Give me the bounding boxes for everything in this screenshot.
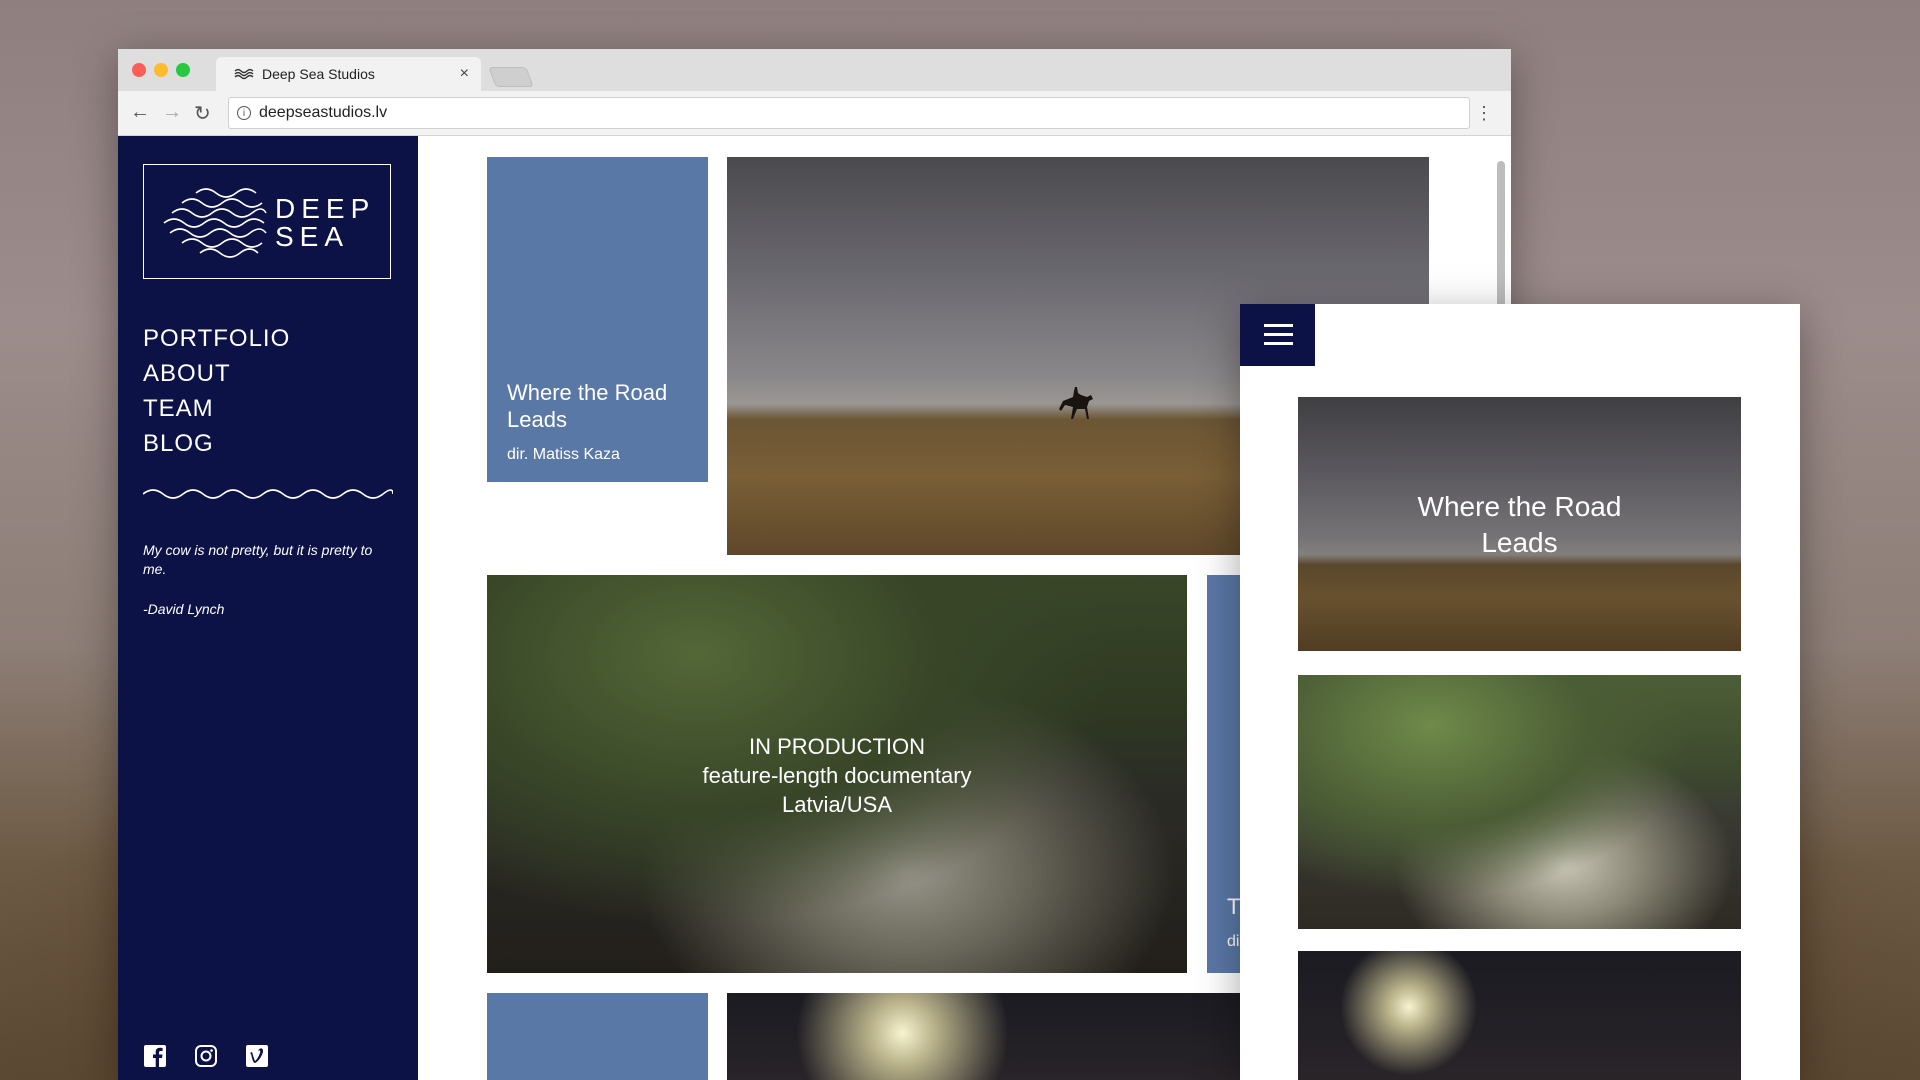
browser-tab[interactable]: Deep Sea Studios × (216, 57, 481, 91)
project-title: Where the Road Leads dir. Matiss Kaza (507, 379, 697, 465)
hamburger-line-icon (1264, 324, 1293, 327)
project-director: dir. Matiss Kaza (507, 446, 620, 463)
mobile-project-title: Where the Road Leads (1417, 491, 1622, 558)
mobile-project-river[interactable] (1298, 675, 1741, 929)
partial-card-sub: di (1227, 933, 1240, 950)
facebook-icon[interactable] (143, 1044, 167, 1068)
new-tab-button[interactable] (488, 67, 534, 87)
logo-text-sea: SEA (275, 221, 350, 252)
site-info-icon[interactable]: i (237, 106, 251, 120)
production-status: IN PRODUCTION (749, 734, 925, 759)
zoom-window-button[interactable] (176, 63, 190, 77)
project-image-river-production[interactable]: IN PRODUCTION feature-length documentary… (487, 575, 1187, 973)
menu-item-portfolio[interactable]: PORTFOLIO (143, 321, 290, 356)
vimeo-icon[interactable] (245, 1044, 269, 1068)
browser-menu-icon[interactable]: ⋮ (1475, 103, 1493, 124)
hamburger-line-icon (1264, 333, 1293, 336)
mobile-project-lightbulb[interactable] (1298, 951, 1741, 1080)
address-bar-row: ← → ↻ i deepseastudios.lv ⋮ (118, 91, 1511, 136)
logo-text: DEEP SEA (275, 195, 375, 251)
hamburger-line-icon (1264, 342, 1293, 345)
mobile-project-where-the-road-leads[interactable]: Where the Road Leads (1298, 397, 1741, 651)
project-title-text: Where the Road Leads (507, 380, 668, 432)
project-card-where-the-road-leads[interactable]: Where the Road Leads dir. Matiss Kaza (487, 157, 708, 482)
tab-close-icon[interactable]: × (460, 65, 469, 83)
production-caption: IN PRODUCTION feature-length documentary… (487, 732, 1187, 819)
wavy-divider (143, 489, 393, 499)
minimize-window-button[interactable] (154, 63, 168, 77)
deep-sea-logo[interactable]: DEEP SEA (143, 164, 391, 279)
menu-item-team[interactable]: TEAM (143, 391, 290, 426)
main-menu: PORTFOLIO ABOUT TEAM BLOG (143, 321, 290, 461)
title-bar: Deep Sea Studios × (118, 49, 1511, 91)
mobile-preview-window: Where the Road Leads (1240, 304, 1800, 1080)
logo-text-deep: DEEP (275, 193, 376, 224)
reload-icon[interactable]: ↻ (194, 101, 211, 126)
social-links (143, 1044, 269, 1068)
wave-favicon-icon (234, 68, 254, 80)
partial-card-title: T (1227, 894, 1241, 919)
project-card-row3[interactable] (487, 993, 708, 1080)
close-window-button[interactable] (132, 63, 146, 77)
sidebar: DEEP SEA PORTFOLIO ABOUT TEAM BLOG My co… (118, 136, 418, 1080)
back-arrow-icon[interactable]: ← (130, 101, 150, 124)
tab-title: Deep Sea Studios (262, 66, 375, 82)
quote-text: My cow is not pretty, but it is pretty t… (143, 542, 373, 577)
scrollbar-thumb[interactable] (1497, 161, 1505, 321)
waves-logo-icon (163, 188, 267, 258)
forward-arrow-icon[interactable]: → (162, 101, 182, 124)
menu-item-about[interactable]: ABOUT (143, 356, 290, 391)
url-field[interactable]: i deepseastudios.lv (228, 97, 1470, 129)
menu-item-blog[interactable]: BLOG (143, 426, 290, 461)
hamburger-menu-button[interactable] (1240, 304, 1315, 366)
quote-author: -David Lynch (143, 601, 225, 617)
production-country: Latvia/USA (781, 792, 893, 817)
instagram-icon[interactable] (194, 1044, 218, 1068)
horse-rider-silhouette (1059, 387, 1093, 419)
production-type: feature-length documentary (702, 763, 972, 788)
url-text: deepseastudios.lv (259, 104, 388, 121)
